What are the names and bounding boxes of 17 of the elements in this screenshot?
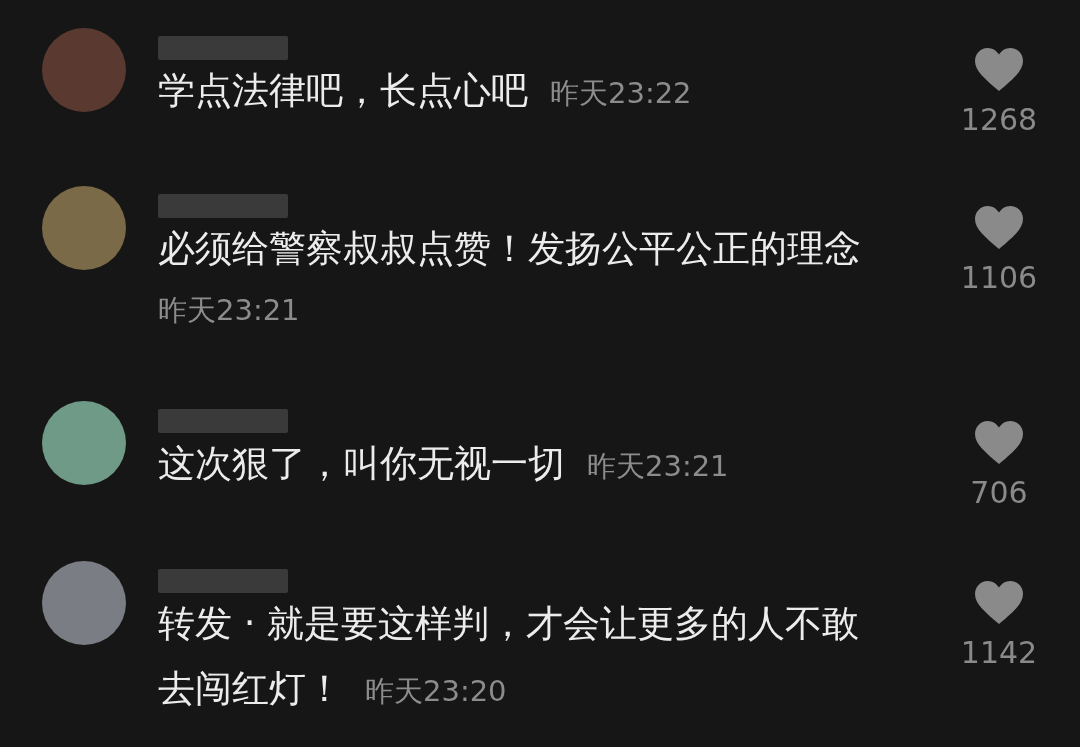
heart-icon[interactable] [975,581,1023,625]
like-count: 1106 [960,260,1038,295]
heart-icon[interactable] [975,206,1023,250]
comment-text: 去闯红灯！ [158,667,343,710]
timestamp: 昨天23:21 [587,448,729,485]
comment-text: 学点法律吧，长点心吧 [158,69,528,112]
like-count: 1142 [960,635,1038,670]
timestamp: 昨天23:22 [550,75,692,112]
comment-text: 这次狠了，叫你无视一切 [158,442,565,485]
timestamp: 昨天23:21 [158,292,300,329]
heart-icon[interactable] [975,421,1023,465]
heart-icon[interactable] [975,48,1023,92]
timestamp: 昨天23:20 [365,673,507,710]
like-count: 706 [970,475,1028,510]
comment-text: 转发 · 就是要这样判，才会让更多的人不敢 [158,602,860,645]
comment-text: 必须给警察叔叔点赞！发扬公平公正的理念 [158,227,861,270]
like-count: 1268 [960,102,1038,137]
